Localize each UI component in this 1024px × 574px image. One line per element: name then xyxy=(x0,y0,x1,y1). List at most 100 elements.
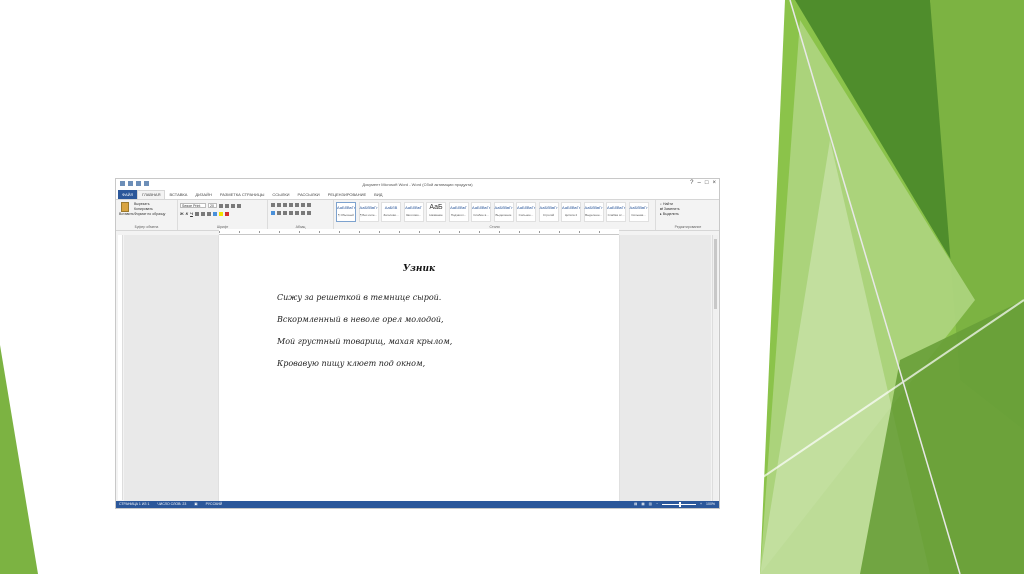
show-marks-icon[interactable] xyxy=(307,203,311,207)
vertical-scrollbar[interactable] xyxy=(712,235,718,501)
document-page[interactable]: Узник Сижу за решеткой в темнице сырой. … xyxy=(219,235,619,501)
style-item[interactable]: АаБбВвГг ¶ Без инте... xyxy=(358,202,379,222)
web-layout-icon[interactable]: ▥ xyxy=(649,501,652,508)
scrollbar-thumb[interactable] xyxy=(714,239,717,309)
zoom-level[interactable]: 100% xyxy=(706,501,715,508)
zoom-slider-knob[interactable] xyxy=(679,502,681,507)
minimize-icon[interactable]: – xyxy=(698,180,701,186)
read-mode-icon[interactable]: ▤ xyxy=(634,501,637,508)
style-item[interactable]: АаБ Название xyxy=(426,202,446,222)
bullets-icon[interactable] xyxy=(271,203,275,207)
multilevel-list-icon[interactable] xyxy=(283,203,287,207)
style-preview: АаБбВвГг xyxy=(472,205,491,210)
style-item[interactable]: АаБбВвГг Выделенн... xyxy=(583,202,604,222)
sort-icon[interactable] xyxy=(301,203,305,207)
tab-references[interactable]: ССЫЛКИ xyxy=(268,190,293,199)
style-item[interactable]: АаБбВвГг Цитата 2 xyxy=(561,202,581,222)
tab-home[interactable]: ГЛАВНАЯ xyxy=(137,190,166,199)
language-indicator[interactable]: РУССКИЙ xyxy=(206,501,223,508)
align-right-icon[interactable] xyxy=(283,211,287,215)
change-case-icon[interactable] xyxy=(231,203,235,208)
paste-button[interactable]: Вставить xyxy=(119,202,134,216)
help-icon[interactable]: ? xyxy=(690,180,693,186)
status-bar: СТРАНИЦА 1 ИЗ 1 ЧИСЛО СЛОВ: 23 ▣ РУССКИЙ… xyxy=(116,501,719,508)
strikethrough-icon[interactable] xyxy=(194,211,199,216)
style-preview: АаБбВвГг xyxy=(359,205,378,210)
ruler-tick xyxy=(479,231,480,233)
ruler-tick xyxy=(279,231,280,233)
style-item[interactable]: АаБбВвГг Выделение xyxy=(493,202,514,222)
highlight-icon[interactable] xyxy=(218,211,223,216)
line-spacing-icon[interactable] xyxy=(295,211,299,215)
editing-group-label: Редактирование xyxy=(674,225,702,229)
align-center-icon[interactable] xyxy=(277,211,281,215)
font-color-icon[interactable] xyxy=(224,211,229,216)
style-name: Выделение xyxy=(495,213,512,217)
clipboard-group-label: Буфер обмена xyxy=(134,225,159,229)
align-left-icon[interactable] xyxy=(271,211,275,215)
underline-icon[interactable]: Ч xyxy=(190,211,193,216)
style-item[interactable]: АаБбВвГг Сильное... xyxy=(516,202,536,222)
tab-layout[interactable]: РАЗМЕТКА СТРАНИЦЫ xyxy=(216,190,269,199)
shrink-font-icon[interactable] xyxy=(225,203,229,208)
print-layout-icon[interactable]: ▦ xyxy=(641,501,644,508)
font-group: Segoe Print 20 Ж К Ч Шрифт xyxy=(178,200,268,230)
font-size-select[interactable]: 20 xyxy=(208,203,217,208)
poem-line-1: Сижу за решеткой в темнице сырой. xyxy=(277,293,442,302)
italic-icon[interactable]: К xyxy=(186,211,188,216)
style-name: Строгий xyxy=(542,213,555,217)
ruler-tick xyxy=(579,231,580,233)
proofing-icon[interactable]: ▣ xyxy=(194,501,197,508)
ruler-tick xyxy=(559,231,560,233)
clear-format-icon[interactable] xyxy=(237,203,241,208)
tab-mailings[interactable]: РАССЫЛКИ xyxy=(294,190,324,199)
poem-line-2: Вскормленный в неволе орел молодой, xyxy=(277,315,444,324)
shading-icon[interactable] xyxy=(301,211,305,215)
zoom-out-icon[interactable]: − xyxy=(656,501,658,508)
superscript-icon[interactable] xyxy=(206,211,211,216)
maximize-icon[interactable]: □ xyxy=(705,180,709,186)
tab-insert[interactable]: ВСТАВКА xyxy=(165,190,191,199)
tab-file[interactable]: ФАЙЛ xyxy=(118,190,138,199)
vertical-ruler[interactable] xyxy=(118,235,123,500)
style-name: Слабое в... xyxy=(473,213,489,217)
tab-review[interactable]: РЕЦЕНЗИРОВАНИЕ xyxy=(324,190,370,199)
style-item[interactable]: АаБбВвГ Подзагол... xyxy=(448,202,469,222)
word-count[interactable]: ЧИСЛО СЛОВ: 23 xyxy=(157,501,186,508)
tab-design[interactable]: ДИЗАЙН xyxy=(191,190,215,199)
style-name: Выделенн... xyxy=(585,213,602,217)
tab-view[interactable]: ВИД xyxy=(370,190,386,199)
style-item[interactable]: АаБбВвГ Заголово... xyxy=(403,202,424,222)
text-effects-icon[interactable] xyxy=(212,211,217,216)
style-preview: АаБ xyxy=(429,204,443,211)
view-controls: ▤ ▦ ▥ − + 100% xyxy=(634,501,719,508)
borders-icon[interactable] xyxy=(307,211,311,215)
style-item[interactable]: АаБбВ Заголово... xyxy=(381,202,401,222)
close-icon[interactable]: × xyxy=(712,180,716,186)
bold-icon[interactable]: Ж xyxy=(180,211,184,216)
zoom-slider[interactable] xyxy=(662,502,696,507)
style-name: Название xyxy=(429,213,443,217)
format-painter-button[interactable]: Формат по образцу xyxy=(134,212,165,217)
poem-title: Узник xyxy=(402,264,436,274)
style-item[interactable]: АаБбВвГг ¶ Обычный xyxy=(336,202,356,222)
style-item[interactable]: АаБбВвГг Сильная... xyxy=(628,202,649,222)
style-preview: АаБбВвГг xyxy=(337,205,356,210)
numbering-icon[interactable] xyxy=(277,203,281,207)
select-button[interactable]: ▸ Выделить xyxy=(660,212,680,217)
font-name-select[interactable]: Segoe Print xyxy=(180,203,206,208)
increase-indent-icon[interactable] xyxy=(295,203,299,207)
style-preview: АаБбВвГг xyxy=(517,205,536,210)
style-name: Сильное... xyxy=(518,213,534,217)
justify-icon[interactable] xyxy=(289,211,293,215)
style-item[interactable]: АаБбВвГг Слабое в... xyxy=(471,202,491,222)
style-name: ¶ Обычный xyxy=(338,213,354,217)
grow-font-icon[interactable] xyxy=(219,203,223,208)
style-item[interactable]: АаБбВвГг Строгий xyxy=(538,202,559,222)
zoom-in-icon[interactable]: + xyxy=(700,501,702,508)
style-preview: АаБбВвГг xyxy=(607,205,626,210)
style-item[interactable]: АаБбВвГг Слабая сс... xyxy=(606,202,626,222)
page-count[interactable]: СТРАНИЦА 1 ИЗ 1 xyxy=(119,501,149,508)
decrease-indent-icon[interactable] xyxy=(289,203,293,207)
subscript-icon[interactable] xyxy=(200,211,205,216)
